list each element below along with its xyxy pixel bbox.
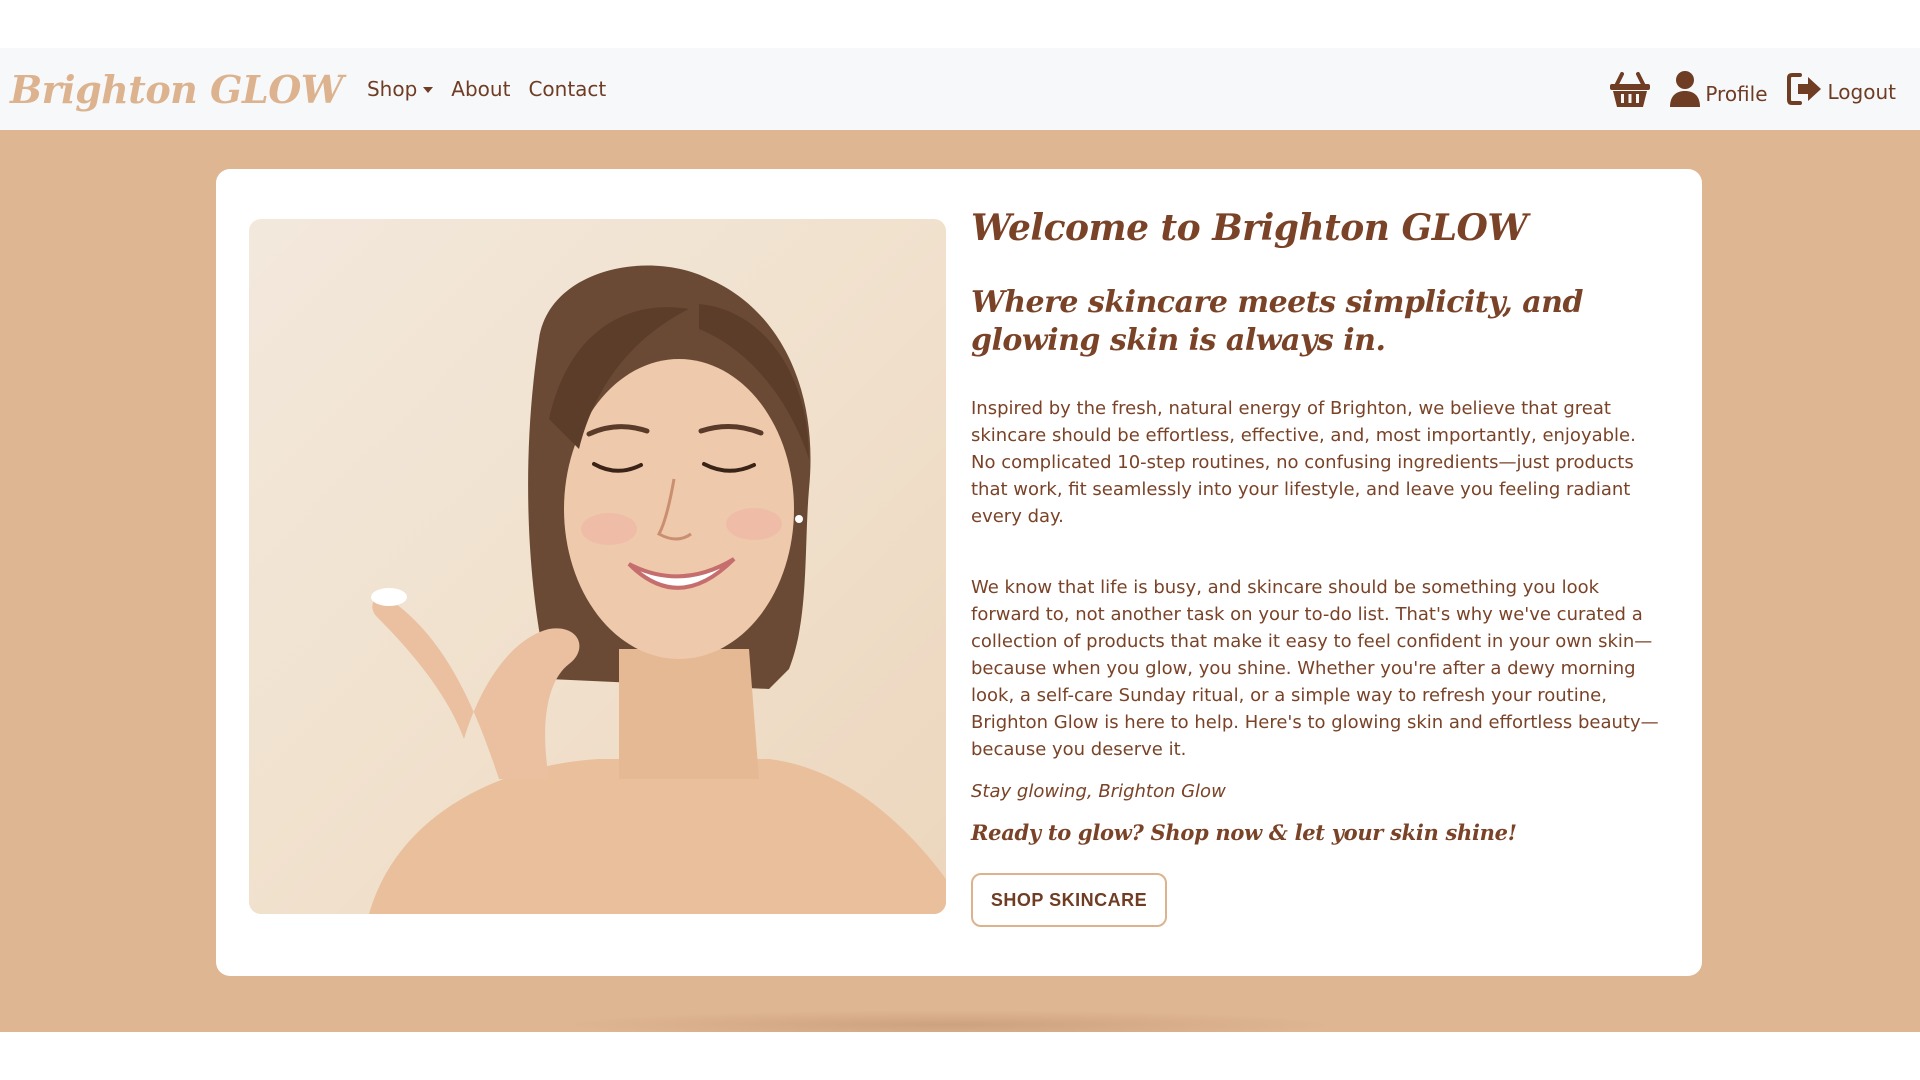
profile-label: Profile: [1705, 82, 1768, 106]
nav-actions: Profile Logout: [1591, 70, 1896, 108]
logout-link[interactable]: Logout: [1786, 72, 1896, 106]
logout-icon: [1786, 73, 1821, 105]
story-paragraph: We know that life is busy, and skincare …: [971, 577, 1659, 761]
profile-link[interactable]: Profile: [1669, 70, 1768, 108]
brand-logo[interactable]: Brighton GLOW: [10, 67, 343, 112]
hero-photo: [249, 219, 946, 914]
nav-about[interactable]: About: [451, 77, 510, 101]
navbar: Brighton GLOW Shop About Contact Profile…: [0, 48, 1920, 130]
logout-label: Logout: [1827, 80, 1896, 104]
cta-text: Ready to glow? Shop now & let your skin …: [971, 820, 1517, 846]
basket-icon: [1610, 72, 1651, 107]
woman-illustration: [369, 265, 946, 914]
welcome-content: Welcome to Brighton GLOW Where skincare …: [971, 199, 1671, 928]
caret-down-icon: [423, 87, 434, 93]
tagline: Where skincare meets simplicity, and glo…: [971, 285, 1583, 358]
user-icon: [1670, 71, 1701, 107]
bottom-whitespace: [0, 1032, 1920, 1080]
intro-paragraph: Inspired by the fresh, natural energy of…: [971, 398, 1636, 528]
cart-button[interactable]: [1609, 70, 1651, 108]
nav-contact[interactable]: Contact: [528, 77, 606, 101]
nav-shop-label: Shop: [366, 77, 418, 101]
signoff-text: Stay glowing, Brighton Glow: [971, 781, 1226, 803]
shop-skincare-button[interactable]: SHOP SKINCARE: [971, 873, 1167, 928]
nav-links: Shop About Contact: [367, 77, 624, 101]
page-title: Welcome to Brighton GLOW: [971, 207, 1528, 249]
welcome-card: Welcome to Brighton GLOW Where skincare …: [216, 169, 1702, 976]
nav-shop-dropdown[interactable]: Shop: [366, 77, 434, 101]
top-whitespace: [0, 0, 1920, 48]
